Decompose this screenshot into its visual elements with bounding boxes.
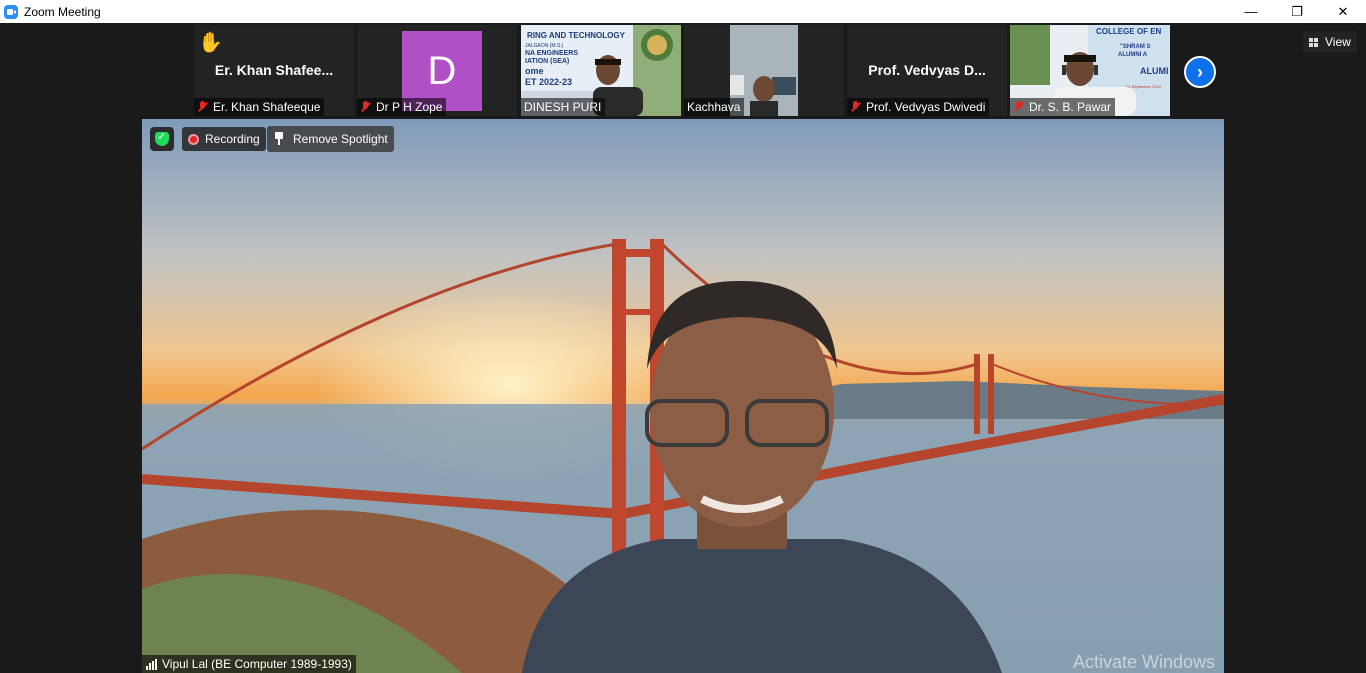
minimize-button[interactable]: — — [1228, 0, 1274, 23]
banner-text: COLLEGE OF EN — [1096, 27, 1162, 36]
recording-label: Recording — [205, 132, 260, 146]
banner-text: ET 2022-23 — [525, 77, 572, 87]
participant-name-bar: Er. Khan Shafeeque — [194, 98, 325, 116]
participant-tile[interactable]: Kachhava — [684, 25, 844, 116]
participant-name: Kachhava — [687, 100, 741, 114]
participant-tile[interactable]: COLLEGE OF EN "SHRAM S ALUMNI A ALUMI 24… — [1010, 25, 1170, 116]
remove-spotlight-button[interactable]: Remove Spotlight — [267, 126, 394, 152]
banner-text: IATION (SEA) — [525, 58, 569, 65]
banner-text: 24 September 2022 — [1126, 84, 1162, 89]
activate-windows-watermark: Activate Windows — [1073, 652, 1216, 672]
participant-name-bar: Kachhava — [684, 98, 745, 116]
title-bar: Zoom Meeting — ❐ ✕ — [0, 0, 1366, 23]
participant-name-bar: Dr P H Zope — [357, 98, 447, 116]
participant-name: DINESH PURI — [524, 100, 602, 114]
participant-name-bar: Prof. Vedvyas Dwivedi — [847, 98, 990, 116]
window-controls: — ❐ ✕ — [1228, 0, 1366, 23]
banner-text: RING AND TECHNOLOGY — [527, 31, 626, 40]
mic-muted-icon — [1013, 101, 1025, 113]
participant-display-name: Prof. Vedvyas D... — [868, 62, 986, 78]
video-frame — [142, 119, 1224, 673]
participant-tile[interactable]: ✋ Er. Khan Shafee... Er. Khan Shafeeque — [194, 25, 354, 116]
participant-tile[interactable]: Prof. Vedvyas D... Prof. Vedvyas Dwivedi — [847, 25, 1007, 116]
window-title: Zoom Meeting — [24, 4, 101, 19]
record-icon — [188, 133, 199, 145]
participant-name: Er. Khan Shafeeque — [213, 100, 321, 114]
participant-name: Prof. Vedvyas Dwivedi — [866, 100, 986, 114]
banner-text: "SHRAM S — [1120, 44, 1151, 50]
participant-name: Dr. S. B. Pawar — [1029, 100, 1112, 114]
chevron-right-icon: › — [1197, 61, 1203, 82]
participant-tile[interactable]: RING AND TECHNOLOGY JALGAON (M.S.) NA EN… — [521, 25, 681, 116]
speaker-name: Vipul Lal (BE Computer 1989-1993) — [162, 657, 352, 671]
banner-text: NA ENGINEERS — [525, 50, 578, 57]
banner-text: ome — [525, 66, 544, 76]
gallery-strip: ✋ Er. Khan Shafee... Er. Khan Shafeeque … — [0, 23, 1366, 118]
view-button[interactable]: View — [1303, 31, 1357, 53]
signal-strength-icon — [146, 658, 157, 670]
next-page-button[interactable]: › — [1184, 56, 1216, 88]
recording-indicator[interactable]: Recording — [182, 127, 266, 151]
mic-muted-icon — [197, 101, 209, 113]
raised-hand-icon: ✋ — [198, 32, 223, 54]
participant-display-name: Er. Khan Shafee... — [214, 62, 334, 78]
participant-name-bar: DINESH PURI — [521, 98, 606, 116]
banner-text: ALUMI — [1140, 66, 1169, 76]
restore-button[interactable]: ❐ — [1274, 0, 1320, 23]
participant-name: Dr P H Zope — [376, 100, 443, 114]
speaker-name-bar: Vipul Lal (BE Computer 1989-1993) — [142, 655, 356, 673]
banner-text: ALUMNI A — [1118, 52, 1148, 58]
spotlight-video[interactable]: Recording Remove Spotlight Vipul Lal (BE… — [142, 119, 1224, 673]
grid-view-icon — [1309, 37, 1319, 47]
zoom-app-icon — [4, 4, 18, 19]
remove-spotlight-label: Remove Spotlight — [293, 132, 388, 146]
close-button[interactable]: ✕ — [1320, 0, 1366, 23]
participant-name-bar: Dr. S. B. Pawar — [1010, 98, 1116, 116]
mic-muted-icon — [360, 101, 372, 113]
security-shield-icon[interactable] — [150, 127, 174, 151]
pin-icon — [273, 132, 285, 146]
mic-muted-icon — [850, 101, 862, 113]
view-label: View — [1325, 35, 1351, 49]
banner-text: JALGAON (M.S.) — [525, 43, 564, 49]
participant-tile[interactable]: D Dr P H Zope — [357, 25, 517, 116]
